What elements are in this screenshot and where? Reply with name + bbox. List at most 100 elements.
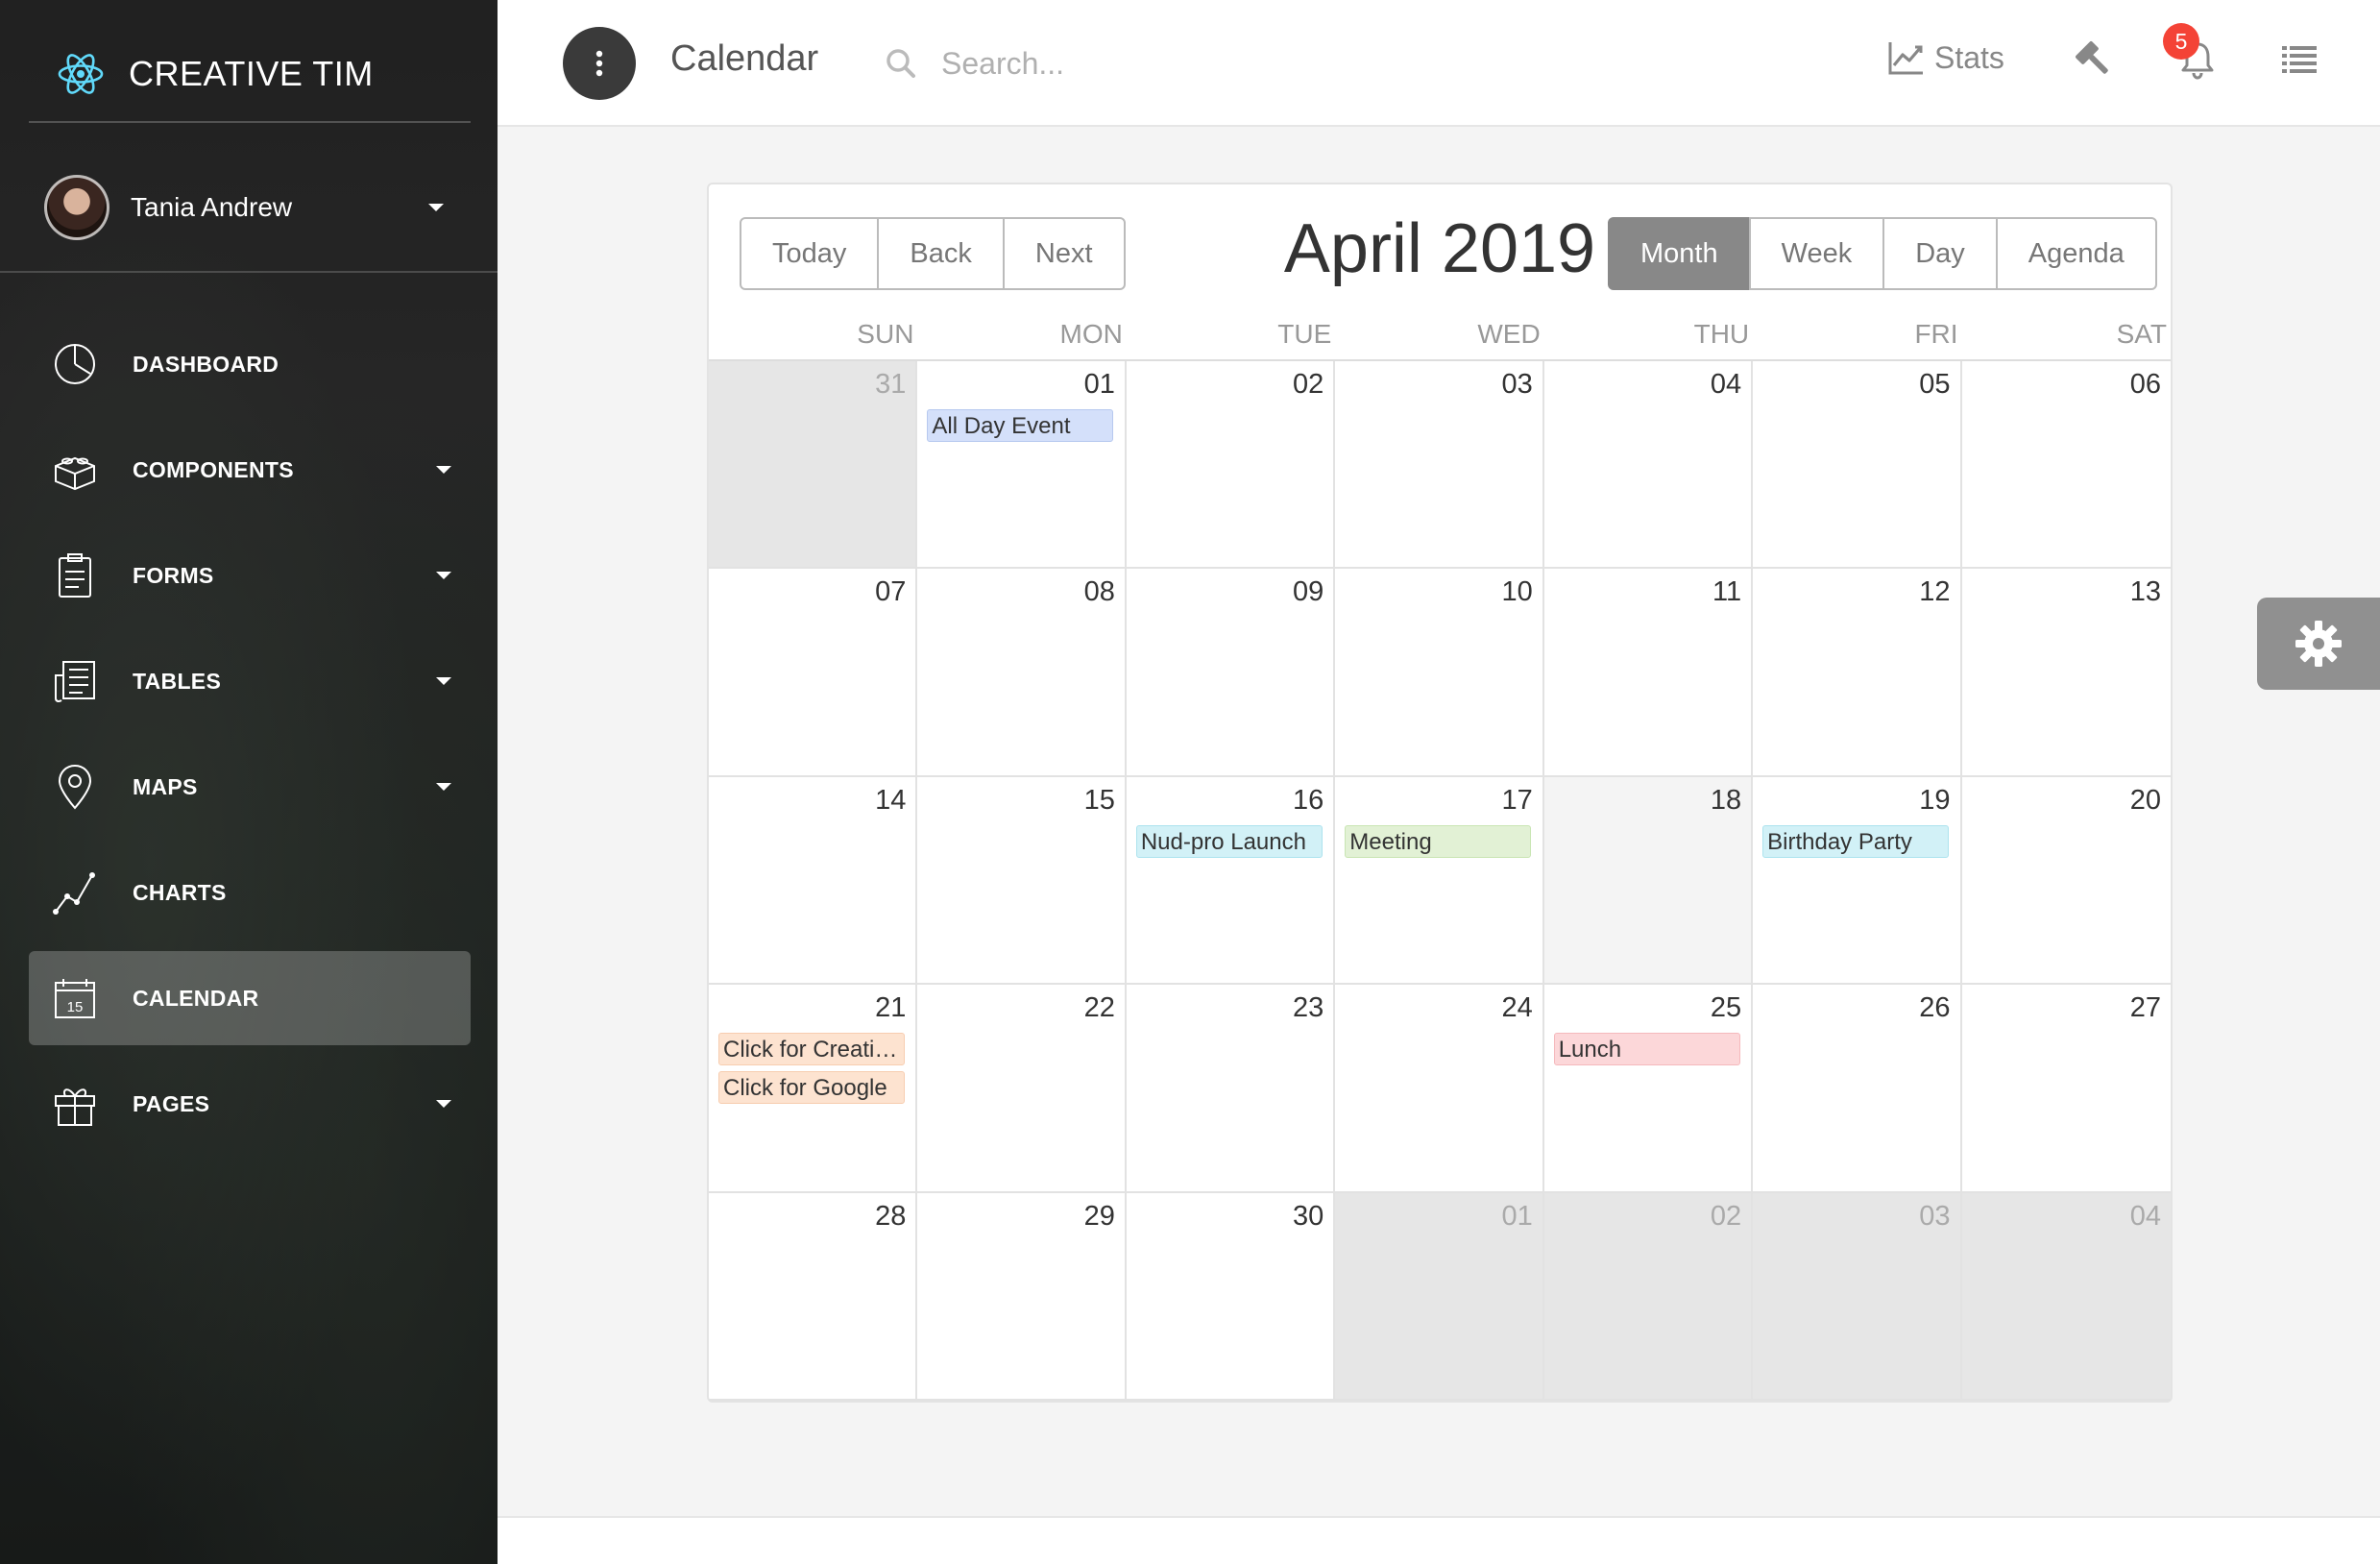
calendar-event[interactable]: Nud-pro Launch xyxy=(1135,824,1323,858)
day-number[interactable]: 28 xyxy=(718,1197,906,1235)
day-cell[interactable]: 21 Click for Creative Tim Click for Google xyxy=(709,985,918,1193)
view-day-button[interactable]: Day xyxy=(1882,217,1998,290)
sidebar-item-dashboard[interactable]: DASHBOARD xyxy=(29,317,471,411)
day-cell[interactable]: 11 xyxy=(1543,569,1754,777)
map-pin-icon xyxy=(48,760,102,814)
day-cell[interactable]: 01 xyxy=(1335,1192,1544,1401)
day-number[interactable]: 03 xyxy=(1345,365,1532,403)
day-number[interactable]: 02 xyxy=(1554,1197,1741,1235)
day-cell[interactable]: 26 xyxy=(1753,985,1962,1193)
calendar-event[interactable]: Birthday Party xyxy=(1762,824,1950,858)
sidebar-item-calendar[interactable]: 15 CALENDAR xyxy=(29,951,471,1045)
day-cell[interactable]: 12 xyxy=(1753,569,1962,777)
day-cell[interactable]: 03 xyxy=(1335,361,1544,570)
sidebar-item-forms[interactable]: FORMS xyxy=(29,528,471,623)
day-cell[interactable]: 28 xyxy=(709,1192,918,1401)
day-cell[interactable]: 14 xyxy=(709,776,918,986)
day-cell[interactable]: 29 xyxy=(917,1192,1127,1401)
day-number[interactable]: 03 xyxy=(1762,1197,1950,1235)
day-cell[interactable]: 06 xyxy=(1961,361,2171,570)
stats-link[interactable]: Stats xyxy=(1886,38,2004,77)
day-number[interactable]: 29 xyxy=(927,1197,1115,1235)
svg-text:15: 15 xyxy=(67,999,84,1015)
day-number[interactable]: 16 xyxy=(1136,781,1324,819)
day-number[interactable]: 04 xyxy=(1972,1197,2161,1235)
day-cell[interactable]: 25 Lunch xyxy=(1543,985,1754,1193)
calendar-event[interactable]: All Day Event xyxy=(927,409,1114,442)
sidebar-minimize-button[interactable] xyxy=(563,27,636,100)
day-number[interactable]: 06 xyxy=(1972,365,2161,403)
sidebar-item-components[interactable]: COMPONENTS xyxy=(29,423,471,517)
day-number[interactable]: 26 xyxy=(1762,989,1950,1027)
day-cell[interactable]: 01 All Day Event xyxy=(917,361,1127,570)
day-number[interactable]: 01 xyxy=(927,365,1115,403)
view-agenda-button[interactable]: Agenda xyxy=(1995,217,2157,290)
day-cell[interactable]: 22 xyxy=(917,985,1127,1193)
day-cell[interactable]: 04 xyxy=(1961,1192,2171,1401)
user-profile[interactable]: Tania Andrew xyxy=(0,144,498,273)
day-cell[interactable]: 05 xyxy=(1753,361,1962,570)
day-cell[interactable]: 18 xyxy=(1543,776,1754,986)
line-chart-icon xyxy=(48,866,102,919)
list-icon[interactable] xyxy=(2278,38,2320,81)
day-cell[interactable]: 17 Meeting xyxy=(1335,776,1544,986)
day-number[interactable]: 09 xyxy=(1136,573,1324,611)
view-month-button[interactable]: Month xyxy=(1608,217,1751,290)
day-cell[interactable]: 27 xyxy=(1961,985,2171,1193)
day-cell[interactable]: 03 xyxy=(1753,1192,1962,1401)
day-cell[interactable]: 13 xyxy=(1961,569,2171,777)
day-cell[interactable]: 30 xyxy=(1126,1192,1336,1401)
day-number[interactable]: 01 xyxy=(1345,1197,1532,1235)
day-cell[interactable]: 08 xyxy=(917,569,1127,777)
day-number[interactable]: 31 xyxy=(718,365,906,403)
day-cell[interactable]: 15 xyxy=(917,776,1127,986)
day-cell[interactable]: 04 xyxy=(1543,361,1754,570)
search-input[interactable] xyxy=(941,37,1345,90)
day-cell[interactable]: 02 xyxy=(1126,361,1336,570)
day-number[interactable]: 14 xyxy=(718,781,906,819)
day-number[interactable]: 23 xyxy=(1136,989,1324,1027)
day-number[interactable]: 22 xyxy=(927,989,1115,1027)
day-cell[interactable]: 16 Nud-pro Launch xyxy=(1126,776,1336,986)
day-number[interactable]: 05 xyxy=(1762,365,1950,403)
day-number[interactable]: 11 xyxy=(1554,573,1741,611)
day-cell[interactable]: 23 xyxy=(1126,985,1336,1193)
sidebar-item-maps[interactable]: MAPS xyxy=(29,740,471,834)
day-number[interactable]: 15 xyxy=(927,781,1115,819)
day-number[interactable]: 10 xyxy=(1345,573,1532,611)
sidebar-item-pages[interactable]: PAGES xyxy=(29,1057,471,1151)
view-week-button[interactable]: Week xyxy=(1748,217,1885,290)
calendar-event[interactable]: Lunch xyxy=(1553,1033,1740,1066)
day-number[interactable]: 24 xyxy=(1345,989,1532,1027)
day-number[interactable]: 18 xyxy=(1554,781,1741,819)
day-number[interactable]: 20 xyxy=(1972,781,2161,819)
day-number[interactable]: 17 xyxy=(1345,781,1532,819)
calendar-event[interactable]: Click for Creative Tim xyxy=(718,1033,905,1066)
sidebar-item-charts[interactable]: CHARTS xyxy=(29,845,471,940)
day-cell[interactable]: 07 xyxy=(709,569,918,777)
day-number[interactable]: 30 xyxy=(1136,1197,1324,1235)
day-cell[interactable]: 31 xyxy=(709,361,918,570)
sidebar-item-tables[interactable]: TABLES xyxy=(29,634,471,728)
day-number[interactable]: 19 xyxy=(1762,781,1950,819)
day-number[interactable]: 02 xyxy=(1136,365,1324,403)
day-number[interactable]: 27 xyxy=(1972,989,2161,1027)
day-number[interactable]: 07 xyxy=(718,573,906,611)
calendar-event[interactable]: Click for Google xyxy=(718,1071,905,1105)
gavel-icon[interactable] xyxy=(2073,38,2115,81)
day-cell[interactable]: 24 xyxy=(1335,985,1544,1193)
day-cell[interactable]: 10 xyxy=(1335,569,1544,777)
day-number[interactable]: 08 xyxy=(927,573,1115,611)
day-number[interactable]: 25 xyxy=(1554,989,1741,1027)
settings-plugin-button[interactable] xyxy=(2257,598,2380,690)
day-cell[interactable]: 20 xyxy=(1961,777,2171,986)
day-cell[interactable]: 02 xyxy=(1543,1192,1754,1401)
day-number[interactable]: 04 xyxy=(1554,365,1741,403)
day-number[interactable]: 12 xyxy=(1762,573,1950,611)
brand[interactable]: CREATIVE TIM xyxy=(29,27,471,123)
day-cell[interactable]: 09 xyxy=(1126,569,1336,777)
day-cell[interactable]: 19 Birthday Party xyxy=(1753,776,1962,986)
day-number[interactable]: 21 xyxy=(718,989,906,1027)
calendar-event[interactable]: Meeting xyxy=(1345,824,1532,858)
day-number[interactable]: 13 xyxy=(1972,573,2161,611)
